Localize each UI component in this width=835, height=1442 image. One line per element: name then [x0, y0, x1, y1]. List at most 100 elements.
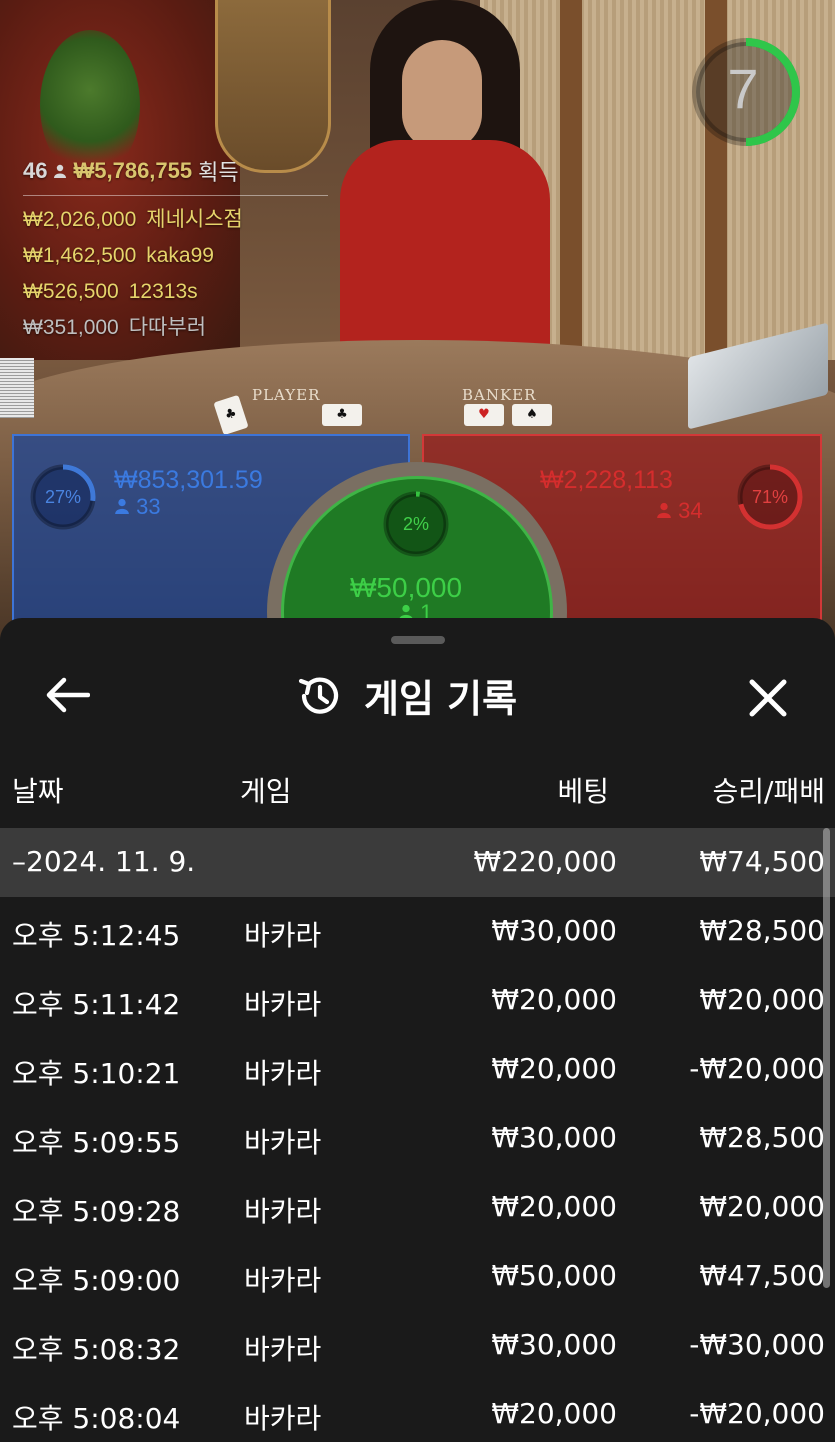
history-row[interactable]: 오후 5:09:00 바카라 ₩50,000 ₩47,500 — [0, 1242, 835, 1311]
row-bet: ₩20,000 — [491, 1052, 617, 1085]
row-result: ₩28,500 — [699, 914, 825, 947]
person-icon — [657, 502, 671, 518]
row-time: 오후 5:08:32 — [12, 1333, 181, 1366]
row-result: -₩20,000 — [689, 1397, 825, 1430]
group-bet-total: ₩220,000 — [473, 845, 617, 878]
winner-count: 46 — [23, 158, 48, 183]
page-title: 게임 기록 — [296, 668, 517, 723]
total-winnings-label: 획득 — [198, 160, 239, 185]
leaderboard-name: 다따부러 — [128, 316, 207, 339]
row-result: ₩47,500 — [699, 1259, 825, 1292]
row-time: 오후 5:12:45 — [12, 919, 181, 952]
row-game: 바카라 — [244, 1402, 322, 1435]
column-result: 승리/패배 — [712, 775, 825, 808]
countdown-timer: 7 — [727, 57, 759, 120]
row-result: ₩28,500 — [699, 1121, 825, 1154]
sheet-header: 게임 기록 — [0, 658, 835, 728]
leaderboard-name: 12313s — [128, 280, 198, 303]
history-row[interactable]: 오후 5:08:32 바카라 ₩30,000 -₩30,000 — [0, 1311, 835, 1380]
row-time: 오후 5:09:55 — [12, 1126, 181, 1159]
row-bet: ₩30,000 — [491, 1328, 617, 1361]
history-row[interactable]: 오후 5:10:21 바카라 ₩20,000 -₩20,000 — [0, 1035, 835, 1104]
leaderboard-amount: ₩2,026,000 — [23, 208, 137, 231]
row-bet: ₩30,000 — [491, 914, 617, 947]
column-date: 날짜 — [12, 775, 64, 808]
close-icon[interactable] — [746, 676, 790, 720]
history-row[interactable]: 오후 5:09:55 바카라 ₩30,000 ₩28,500 — [0, 1104, 835, 1173]
row-game: 바카라 — [244, 919, 322, 952]
leaderboard-amount: ₩526,500 — [23, 280, 119, 303]
row-game: 바카라 — [244, 1195, 322, 1228]
row-time: 오후 5:08:04 — [12, 1402, 181, 1435]
divider — [23, 195, 328, 196]
group-result-total: ₩74,500 — [699, 845, 825, 878]
person-icon — [54, 164, 67, 178]
card: ♥ — [464, 404, 504, 426]
leaderboard-row: ₩2,026,000 제네시스점 — [23, 202, 328, 238]
row-time: 오후 5:10:21 — [12, 1057, 181, 1090]
table-label-player: PLAYER — [252, 386, 321, 404]
row-result: -₩30,000 — [689, 1328, 825, 1361]
history-row[interactable]: 오후 5:09:28 바카라 ₩20,000 ₩20,000 — [0, 1173, 835, 1242]
history-row[interactable]: 오후 5:11:42 바카라 ₩20,000 ₩20,000 — [0, 966, 835, 1035]
row-bet: ₩50,000 — [491, 1259, 617, 1292]
row-game: 바카라 — [244, 988, 322, 1021]
dealer-dress — [340, 140, 550, 370]
table-header: 날짜 게임 베팅 승리/패배 — [0, 770, 835, 818]
person-icon — [115, 498, 129, 514]
leaderboard-summary: 46 ₩5,786,755 획득 — [23, 155, 328, 187]
column-bet: 베팅 — [557, 775, 609, 808]
row-time: 오후 5:11:42 — [12, 988, 181, 1021]
banker-count-value: 34 — [678, 498, 703, 523]
row-bet: ₩20,000 — [491, 1190, 617, 1223]
game-history-sheet: 게임 기록 날짜 게임 베팅 승리/패배 –2024. 11. 9. ₩220,… — [0, 618, 835, 1442]
row-time: 오후 5:09:28 — [12, 1195, 181, 1228]
scrollbar[interactable] — [823, 828, 830, 1288]
history-icon — [298, 677, 339, 714]
history-table: –2024. 11. 9. ₩220,000 ₩74,500 오후 5:12:4… — [0, 828, 835, 1442]
row-game: 바카라 — [244, 1126, 322, 1159]
player-count-value: 33 — [136, 494, 161, 519]
arrow-left-icon[interactable] — [44, 676, 90, 714]
row-time: 오후 5:09:00 — [12, 1264, 181, 1297]
table-label-banker: BANKER — [462, 386, 537, 404]
leaderboard-amount: ₩351,000 — [23, 316, 119, 339]
player-count: 33 — [114, 494, 161, 520]
player-pot: ₩853,301.59 — [114, 466, 263, 494]
card: ♣ — [322, 404, 362, 426]
row-bet: ₩20,000 — [491, 983, 617, 1016]
row-game: 바카라 — [244, 1333, 322, 1366]
row-game: 바카라 — [244, 1264, 322, 1297]
row-result: ₩20,000 — [699, 1190, 825, 1223]
drag-handle[interactable] — [391, 636, 445, 644]
tie-percent: 2% — [402, 514, 429, 534]
total-winnings: ₩5,786,755 — [73, 158, 193, 183]
history-row[interactable]: 오후 5:08:04 바카라 ₩20,000 -₩20,000 — [0, 1380, 835, 1442]
winners-leaderboard: 46 ₩5,786,755 획득 ₩2,026,000 제네시스점 ₩1,462,… — [23, 155, 328, 346]
leaderboard-row: ₩526,500 12313s — [23, 274, 328, 310]
player-percent: 27% — [44, 487, 82, 507]
wall-beam — [560, 0, 582, 360]
row-bet: ₩30,000 — [491, 1121, 617, 1154]
leaderboard-row: ₩1,462,500 kaka99 — [23, 238, 328, 274]
dealer-face — [402, 40, 482, 150]
title-text: 게임 기록 — [364, 677, 518, 721]
date-group-row[interactable]: –2024. 11. 9. ₩220,000 ₩74,500 — [0, 828, 835, 897]
banker-percent: 71% — [751, 487, 789, 507]
row-bet: ₩20,000 — [491, 1397, 617, 1430]
banker-pot: ₩2,228,113 — [540, 466, 673, 494]
leaderboard-row: ₩351,000 다따부러 — [23, 310, 328, 346]
card-deck — [0, 358, 34, 418]
row-result: -₩20,000 — [689, 1052, 825, 1085]
group-date: –2024. 11. 9. — [12, 845, 196, 878]
leaderboard-amount: ₩1,462,500 — [23, 244, 137, 267]
leaderboard-name: 제네시스점 — [146, 208, 243, 231]
leaderboard-name: kaka99 — [146, 244, 214, 267]
banker-count: 34 — [656, 498, 703, 524]
column-game: 게임 — [240, 775, 292, 808]
card: ♠ — [512, 404, 552, 426]
row-game: 바카라 — [244, 1057, 322, 1090]
history-row[interactable]: 오후 5:12:45 바카라 ₩30,000 ₩28,500 — [0, 897, 835, 966]
live-video: PLAYER BANKER ♣ ♣ ♥ ♠ 7 46 ₩5,786,755 획득… — [0, 0, 835, 640]
arch-decoration — [215, 0, 331, 173]
